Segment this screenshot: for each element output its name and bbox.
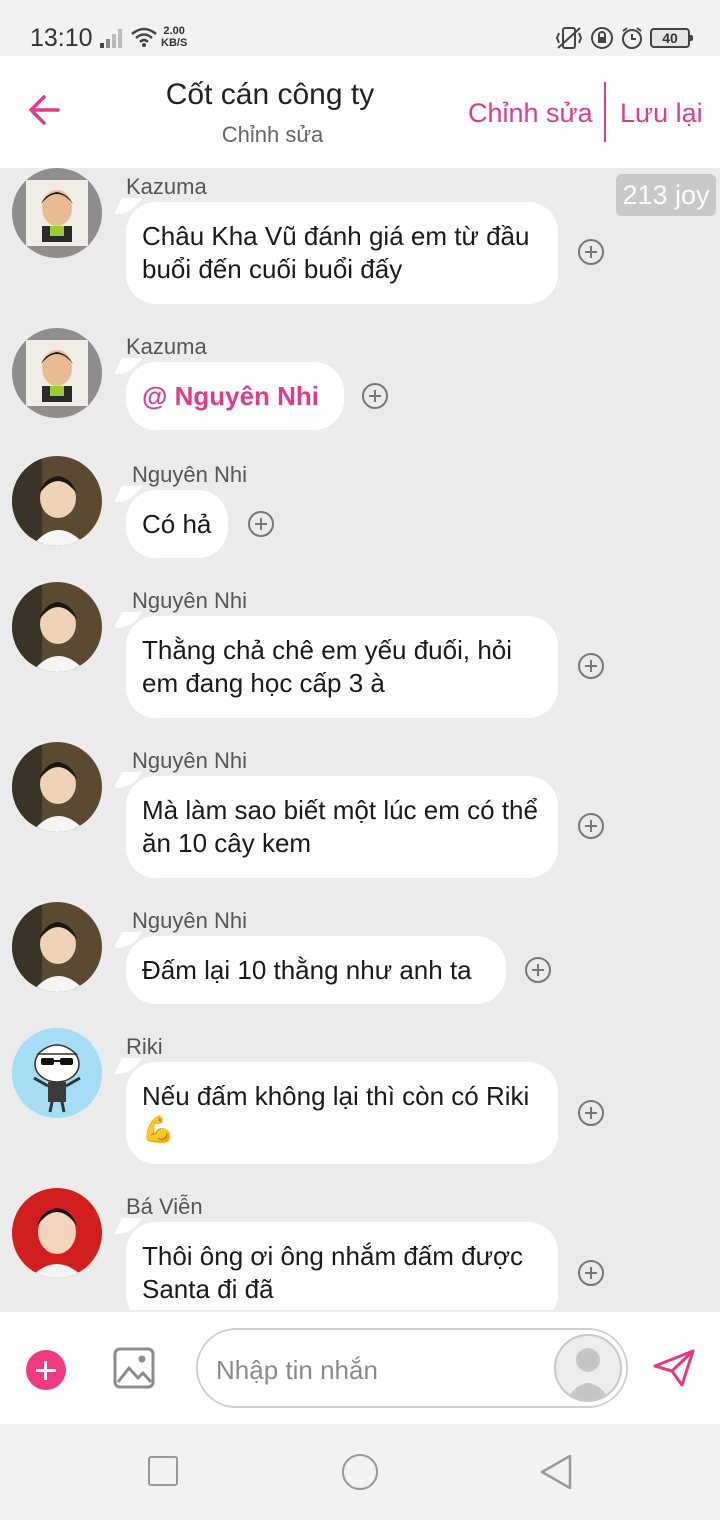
message-text: Thôi ông ơi ông nhắm đấm được Santa đi đ…	[142, 1241, 524, 1304]
message-bubble[interactable]: @ Nguyên Nhi	[126, 362, 344, 430]
message-input[interactable]	[216, 1350, 546, 1390]
network-speed-unit: KB/S	[161, 37, 188, 49]
send-icon[interactable]	[652, 1348, 696, 1388]
sender-name: Riki	[126, 1034, 163, 1059]
avatar-image	[12, 456, 102, 546]
add-reaction-icon[interactable]	[362, 383, 388, 409]
image-icon[interactable]	[112, 1346, 156, 1390]
avatar-nguyen-nhi[interactable]	[12, 582, 102, 672]
message-text: Châu Kha Vũ đánh giá em từ đầu buổi đến …	[142, 221, 530, 284]
battery-icon: 40	[650, 28, 693, 48]
identity-avatar-icon[interactable]	[554, 1334, 622, 1402]
sender-name: Nguyên Nhi	[132, 462, 247, 487]
avatar-nguyen-nhi[interactable]	[12, 456, 102, 546]
alarm-icon	[622, 27, 642, 49]
add-attachment-icon[interactable]	[26, 1350, 66, 1390]
network-speed: 2.00 KB/S	[161, 25, 187, 49]
avatar-image	[12, 328, 102, 418]
avatar-image	[12, 168, 102, 258]
message-bubble[interactable]: Mà làm sao biết một lúc em có thể ăn 10 …	[126, 776, 558, 878]
header-divider	[604, 82, 606, 142]
message-text: Nếu đấm không lại thì còn có Riki 💪	[142, 1081, 530, 1144]
recent-apps-icon[interactable]	[148, 1456, 178, 1486]
status-bar: 13:10 2.00 KB/S 40	[0, 0, 720, 56]
avatar-image	[12, 742, 102, 832]
add-reaction-icon[interactable]	[578, 653, 604, 679]
vibrate-icon	[555, 27, 583, 49]
add-reaction-icon[interactable]	[578, 239, 604, 265]
add-reaction-icon[interactable]	[248, 511, 274, 537]
avatar-riki[interactable]	[12, 1028, 102, 1118]
message-text: Thằng chả chê em yếu đuối, hỏi em đang h…	[142, 635, 513, 698]
signal-icon	[100, 29, 122, 48]
sender-name: Nguyên Nhi	[132, 748, 247, 773]
message-bubble[interactable]: Thằng chả chê em yếu đuối, hỏi em đang h…	[126, 616, 558, 718]
avatar-kazuma[interactable]	[12, 328, 102, 418]
back-arrow-icon[interactable]	[24, 90, 64, 130]
mention-text[interactable]: @ Nguyên Nhi	[142, 380, 319, 413]
lock-rotation-icon	[591, 27, 613, 49]
message-text: Mà làm sao biết một lúc em có thể ăn 10 …	[142, 795, 538, 858]
sender-name: Bá Viễn	[126, 1194, 203, 1219]
page-title: Cốt cán công ty	[165, 78, 375, 111]
avatar-kazuma[interactable]	[12, 168, 102, 258]
avatar-image	[12, 582, 102, 672]
message-text: Đấm lại 10 thằng như anh ta	[142, 954, 472, 985]
save-button[interactable]: Lưu lại	[620, 98, 703, 129]
add-reaction-icon[interactable]	[578, 1100, 604, 1126]
message-input-box[interactable]	[196, 1328, 628, 1408]
message-bubble[interactable]: Châu Kha Vũ đánh giá em từ đầu buổi đến …	[126, 202, 558, 304]
add-reaction-icon[interactable]	[525, 957, 551, 983]
avatar-image	[12, 1028, 102, 1118]
home-icon[interactable]	[342, 1454, 378, 1490]
avatar-nguyen-nhi[interactable]	[12, 902, 102, 992]
avatar-nguyen-nhi[interactable]	[12, 742, 102, 832]
sender-name: Nguyên Nhi	[132, 588, 247, 613]
avatar-image	[12, 902, 102, 992]
sender-name: Kazuma	[126, 174, 207, 199]
wifi-icon	[131, 27, 157, 47]
sender-name: Kazuma	[126, 334, 207, 359]
message-bubble[interactable]: Đấm lại 10 thằng như anh ta	[126, 936, 506, 1004]
avatar-image	[12, 1188, 102, 1278]
avatar-ba-vien[interactable]	[12, 1188, 102, 1278]
message-bubble[interactable]: Nếu đấm không lại thì còn có Riki 💪	[126, 1062, 558, 1164]
message-list[interactable]: Kazuma Châu Kha Vũ đánh giá em từ đầu bu…	[0, 168, 720, 1310]
nav-back-icon[interactable]	[538, 1452, 574, 1492]
add-reaction-icon[interactable]	[578, 813, 604, 839]
page-subtitle: Chỉnh sửa	[221, 122, 324, 147]
add-reaction-icon[interactable]	[578, 1260, 604, 1286]
message-bubble[interactable]: Có hả	[126, 490, 228, 558]
joy-badge: 213 joy	[616, 174, 716, 216]
user-silhouette-icon	[566, 1348, 610, 1400]
message-bubble[interactable]: Thôi ông ơi ông nhắm đấm được Santa đi đ…	[126, 1222, 558, 1310]
status-time: 13:10	[30, 24, 93, 52]
system-nav-bar	[0, 1424, 720, 1520]
edit-button[interactable]: Chỉnh sửa	[468, 98, 593, 129]
chat-header: Cốt cán công ty Chỉnh sửa Chỉnh sửa Lưu …	[0, 56, 720, 168]
message-input-bar	[0, 1312, 720, 1424]
message-text: Có hả	[142, 508, 212, 539]
network-speed-value: 2.00	[163, 25, 185, 37]
sender-name: Nguyên Nhi	[132, 908, 247, 933]
